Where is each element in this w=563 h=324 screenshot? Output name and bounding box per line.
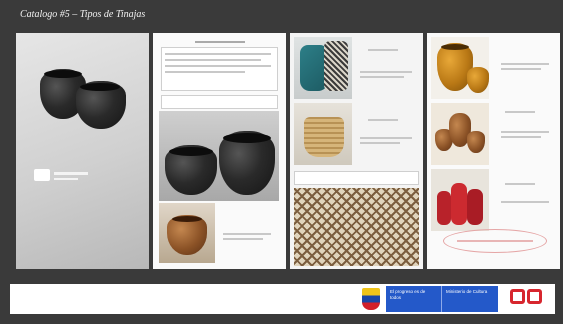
footer-bar: El progreso es de todos Ministerio de Cu…: [10, 284, 555, 314]
woven-pattern-photo: [294, 188, 419, 266]
brown-pot-photo: [159, 203, 215, 263]
catalog-title: Catalogo #5 – Tipos de Tinajas: [20, 9, 146, 20]
cover-logo: [34, 169, 50, 181]
text-block: [161, 95, 278, 109]
catalog-page-4[interactable]: [427, 33, 560, 269]
catalog-cover-page[interactable]: [16, 33, 149, 269]
text-block: [294, 171, 419, 185]
catalog-page-2[interactable]: [153, 33, 286, 269]
colombia-coat-of-arms-icon: [362, 288, 380, 310]
gold-pots-photo: [431, 37, 489, 99]
teal-basket-photo: [294, 37, 352, 99]
red-vessels-photo: [431, 169, 489, 231]
gov-ministry: Ministerio de Cultura: [446, 289, 488, 294]
woven-basket-photo: [294, 103, 352, 165]
gov-slogan: El progreso es de todos: [386, 286, 442, 312]
dark-bowls-photo: [159, 111, 279, 201]
ministry-logo: [508, 287, 544, 311]
government-banner: El progreso es de todos Ministerio de Cu…: [386, 286, 498, 312]
catalog-page-3[interactable]: [290, 33, 423, 269]
clay-vessels-photo: [431, 103, 489, 165]
